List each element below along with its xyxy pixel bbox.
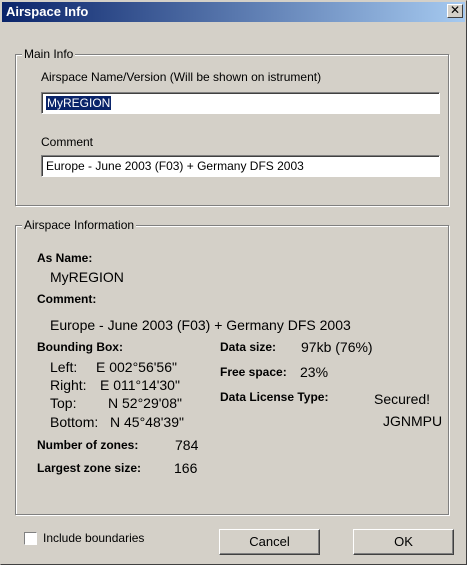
free-space-label: Free space:	[220, 365, 287, 379]
largest-zone-size-label: Largest zone size:	[37, 461, 142, 475]
close-icon: ✕	[449, 3, 461, 17]
bbox-left-value: E 002°56'56"	[96, 359, 177, 375]
as-name-label: As Name:	[37, 251, 93, 265]
airspace-info-dialog: Airspace Info ✕ Main Info Airspace Name/…	[0, 0, 467, 565]
title-bar[interactable]: Airspace Info ✕	[2, 2, 465, 22]
number-of-zones-value: 784	[175, 437, 199, 453]
largest-zone-size-value: 166	[174, 460, 198, 476]
airspace-name-value: MyREGION	[46, 96, 112, 110]
data-license-type-value: Secured!	[374, 391, 431, 407]
include-boundaries-label[interactable]: Include boundaries	[43, 531, 144, 545]
close-button[interactable]: ✕	[447, 4, 463, 18]
ok-button[interactable]: OK	[353, 529, 454, 555]
bbox-bottom-label: Bottom:	[50, 414, 99, 430]
airspace-name-input[interactable]: MyREGION	[41, 92, 440, 114]
bbox-left-label: Left:	[50, 359, 78, 375]
comment-label: Comment	[41, 135, 94, 149]
bounding-box-label: Bounding Box:	[37, 340, 123, 354]
data-size-label: Data size:	[220, 340, 277, 354]
bbox-right-value: E 011°14'30"	[100, 377, 180, 393]
airspace-name-label: Airspace Name/Version (Will be shown on …	[41, 70, 322, 84]
bbox-bottom-value: N 45°48'39"	[110, 414, 184, 430]
license-code-value: JGNMPU	[383, 413, 443, 429]
comment-value: Europe - June 2003 (F03) + Germany DFS 2…	[46, 159, 304, 173]
main-info-legend: Main Info	[22, 47, 76, 61]
bbox-top-label: Top:	[50, 395, 77, 411]
data-size-value: 97kb (76%)	[301, 339, 373, 355]
bbox-right-label: Right:	[50, 377, 87, 393]
cancel-button[interactable]: Cancel	[219, 529, 320, 555]
as-name-value: MyREGION	[50, 269, 124, 285]
data-license-type-label: Data License Type:	[220, 390, 329, 404]
main-info-group: Main Info Airspace Name/Version (Will be…	[15, 47, 449, 206]
window-title: Airspace Info	[6, 4, 89, 19]
cancel-button-label: Cancel	[249, 534, 290, 549]
ok-button-label: OK	[394, 534, 413, 549]
airspace-information-legend: Airspace Information	[22, 218, 137, 232]
include-boundaries-checkbox[interactable]	[24, 532, 37, 545]
bbox-top-value: N 52°29'08"	[108, 395, 182, 411]
free-space-value: 23%	[300, 364, 329, 380]
comment-input[interactable]: Europe - June 2003 (F03) + Germany DFS 2…	[41, 155, 440, 177]
comment-info-label: Comment:	[37, 292, 97, 306]
comment-info-value: Europe - June 2003 (F03) + Germany DFS 2…	[50, 317, 351, 333]
airspace-information-group: Airspace Information As Name: MyREGION C…	[15, 218, 449, 515]
number-of-zones-label: Number of zones:	[37, 438, 139, 452]
